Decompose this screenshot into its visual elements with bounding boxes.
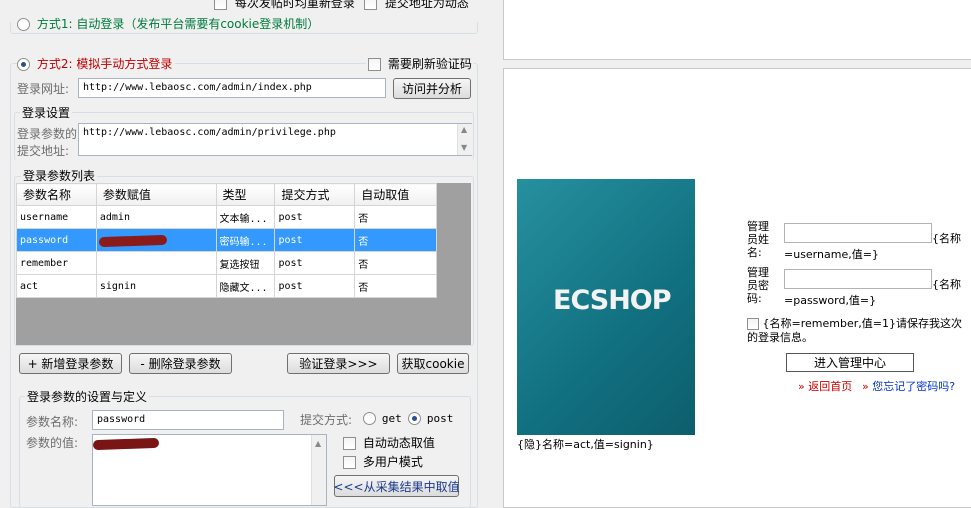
scroll-up-icon[interactable]: ▲: [315, 439, 321, 448]
refresh-captcha-option[interactable]: 需要刷新验证码: [366, 55, 474, 72]
cell-value: signin: [95, 274, 217, 298]
table-row[interactable]: remember 复选按钮 post 否: [16, 251, 437, 275]
remember-checkbox[interactable]: [747, 318, 759, 330]
top-right-pane: [503, 0, 971, 60]
home-link[interactable]: » 返回首页: [798, 378, 852, 394]
forgot-password-link[interactable]: » 您忘记了密码吗?: [862, 378, 955, 394]
login-config-panel: 每次发帖时均重新登录 提交地址为动态 方式1: 自动登录（发布平台需要有cook…: [0, 0, 492, 508]
redaction-mark: [93, 437, 160, 451]
param-name-label: 参数名称:: [26, 415, 79, 429]
ecshop-logo: ECSHOP: [517, 179, 695, 435]
cell-method: post: [274, 251, 356, 275]
method-label: 提交方式:: [300, 413, 353, 427]
dynamic-submit-option[interactable]: 提交地址为动态: [364, 0, 469, 11]
param-value-label: 参数的值:: [26, 436, 79, 450]
delete-param-button[interactable]: - 删除登录参数: [129, 353, 232, 374]
cell-type: 密码输...: [215, 228, 276, 252]
multi-user-checkbox[interactable]: [343, 456, 356, 469]
cell-type: 文本输...: [215, 205, 276, 229]
table-row[interactable]: username admin 文本输... post 否: [16, 205, 437, 229]
method2-option[interactable]: 方式2: 模拟手动方式登录: [17, 55, 176, 72]
username-hint-2: =username,值=}: [784, 248, 879, 261]
cell-method: post: [274, 274, 356, 298]
relogin-each-post-option[interactable]: 每次发帖时均重新登录: [214, 0, 355, 11]
dynamic-submit-checkbox[interactable]: [364, 0, 377, 10]
refresh-captcha-checkbox[interactable]: [368, 58, 381, 71]
scroll-up-icon[interactable]: ▲: [461, 125, 467, 134]
cell-value: admin: [95, 205, 217, 229]
params-list-title: 登录参数列表: [21, 167, 98, 184]
add-param-button[interactable]: + 新增登录参数: [19, 353, 122, 374]
cell-method: post: [274, 228, 356, 252]
remember-option[interactable]: {名称=remember,值=1}请保存我这次的登录信息。: [747, 317, 969, 345]
post-radio[interactable]: [408, 412, 421, 425]
login-url-label: 登录网址:: [17, 82, 70, 96]
submit-url-scrollbar[interactable]: ▲ ▼: [457, 124, 472, 155]
auto-dynamic-checkbox[interactable]: [343, 437, 356, 450]
verify-login-button[interactable]: 验证登录>>>: [287, 353, 390, 374]
username-hint-1: {名称: [932, 232, 961, 245]
redaction-mark: [98, 234, 168, 248]
login-settings-title: 登录设置: [20, 104, 73, 121]
params-table: 参数名称 参数赋值 类型 提交方式 自动取值 username admin 文本…: [16, 183, 437, 298]
method2-radio[interactable]: [17, 58, 30, 71]
cell-name: username: [16, 205, 97, 229]
param-name-input[interactable]: password: [92, 410, 284, 430]
col-type[interactable]: 类型: [215, 183, 276, 206]
cell-name: password: [16, 228, 97, 252]
enter-admin-button[interactable]: 进入管理中心: [786, 353, 914, 372]
method1-option[interactable]: 方式1: 自动登录（发布平台需要有cookie登录机制）: [17, 15, 323, 32]
cell-value: [95, 251, 217, 275]
col-param-value[interactable]: 参数赋值: [95, 183, 217, 206]
auto-dynamic-option[interactable]: 自动动态取值: [343, 434, 435, 451]
username-input[interactable]: [784, 223, 932, 243]
cell-auto: 否: [354, 228, 437, 252]
cell-method: post: [274, 205, 356, 229]
cell-name: act: [16, 274, 97, 298]
bullet-icon: »: [862, 380, 869, 393]
param-def-title: 登录参数的设置与定义: [25, 388, 150, 405]
from-results-button[interactable]: <<<从采集结果中取值: [333, 475, 460, 497]
method1-radio[interactable]: [17, 18, 30, 31]
cell-type: 复选按钮: [215, 251, 276, 275]
scroll-down-icon[interactable]: ▼: [461, 143, 467, 152]
cell-value: [95, 228, 217, 252]
cell-auto: 否: [354, 274, 437, 298]
password-hint-2: =password,值=}: [784, 294, 877, 307]
password-hint-1: {名称: [932, 278, 961, 291]
get-option[interactable]: get: [363, 411, 402, 425]
cell-auto: 否: [354, 205, 437, 229]
cell-name: remember: [16, 251, 97, 275]
param-value-textarea[interactable]: [92, 434, 327, 506]
param-value-scrollbar[interactable]: ▲: [311, 435, 326, 505]
get-radio[interactable]: [363, 412, 376, 425]
table-row[interactable]: password 密码输... post 否: [16, 228, 437, 252]
post-option[interactable]: post: [408, 411, 453, 425]
table-row[interactable]: act signin 隐藏文... post 否: [16, 274, 437, 298]
get-cookie-button[interactable]: 获取cookie: [397, 353, 469, 374]
hidden-field-label: {隐}名称=act,值=signin}: [517, 438, 654, 451]
col-method[interactable]: 提交方式: [274, 183, 356, 206]
multi-user-option[interactable]: 多用户模式: [343, 453, 423, 470]
submit-url-textarea[interactable]: http://www.lebaosc.com/admin/privilege.p…: [78, 123, 472, 156]
cell-auto: 否: [354, 251, 437, 275]
password-input[interactable]: [784, 269, 932, 289]
username-label: 管理员姓名:: [747, 220, 769, 259]
col-auto[interactable]: 自动取值: [354, 183, 437, 206]
col-param-name[interactable]: 参数名称: [16, 183, 97, 206]
submit-url-label-line2: 提交地址:: [17, 144, 70, 158]
login-url-input[interactable]: http://www.lebaosc.com/admin/index.php: [78, 78, 386, 98]
relogin-checkbox[interactable]: [214, 0, 227, 10]
visit-analyze-button[interactable]: 访问并分析: [393, 78, 471, 99]
bullet-icon: »: [798, 380, 805, 393]
cell-type: 隐藏文...: [215, 274, 276, 298]
submit-url-label-line1: 登录参数的: [17, 127, 78, 141]
password-label: 管理员密码:: [747, 266, 769, 305]
